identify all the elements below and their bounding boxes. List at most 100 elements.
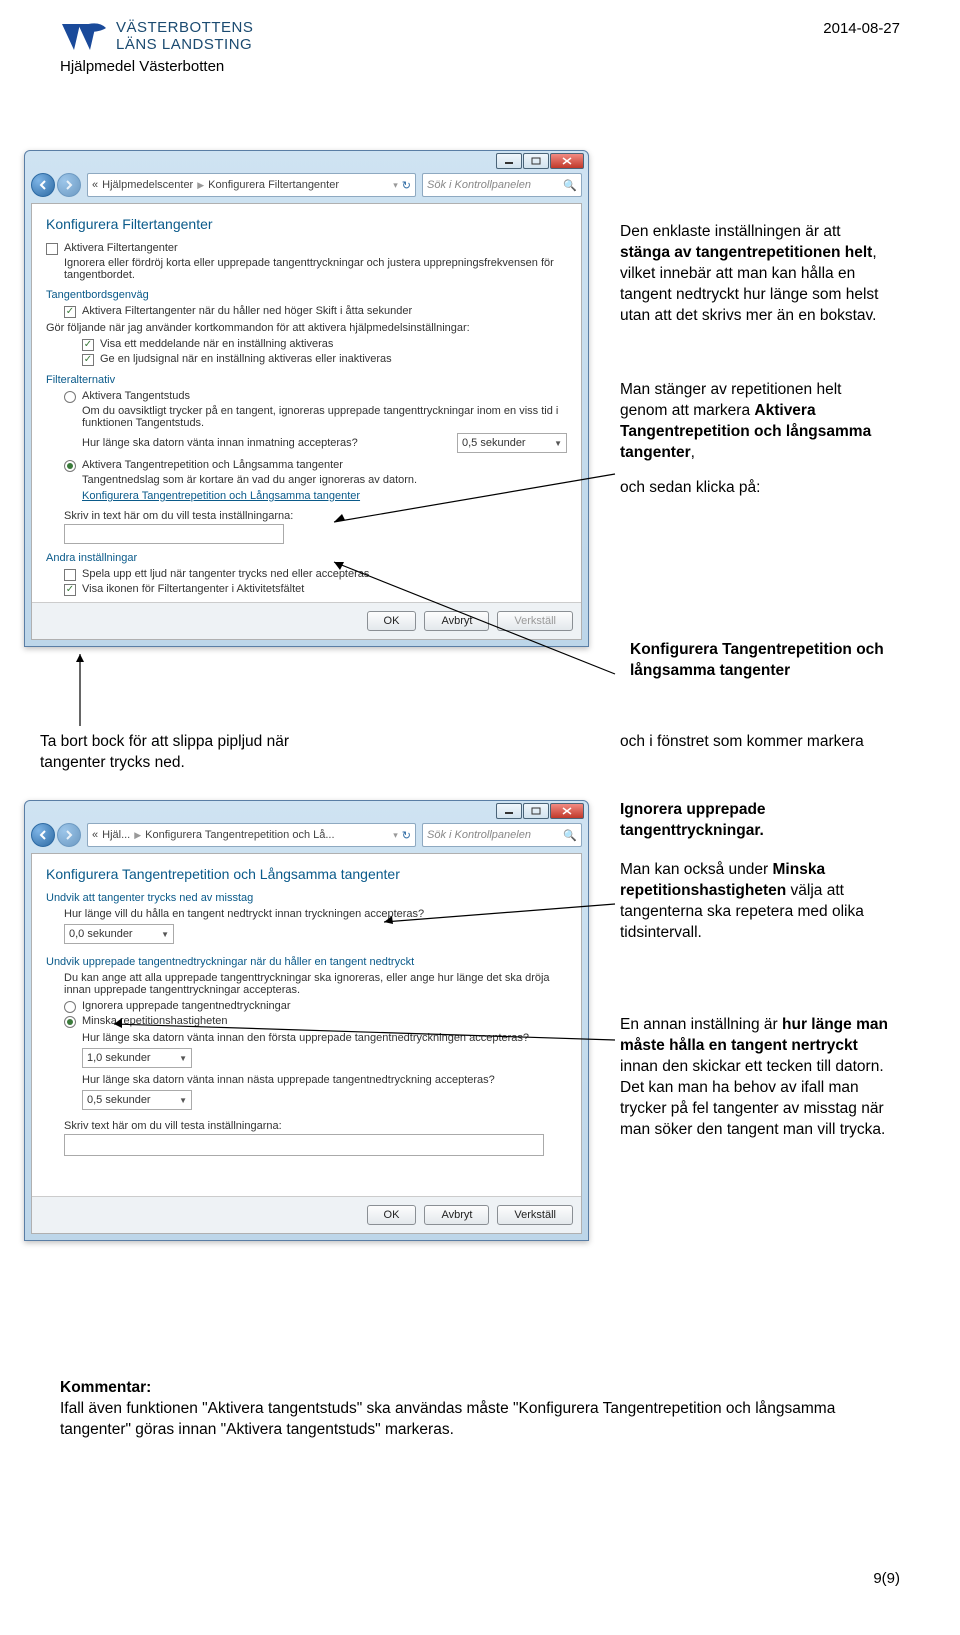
- brand-line-1: VÄSTERBOTTENS: [116, 20, 253, 37]
- crumb-2[interactable]: Konfigurera Filtertangenter: [208, 179, 339, 191]
- close-button[interactable]: [550, 153, 584, 169]
- play-sound-label: Spela upp ett ljud när tangenter trycks …: [82, 568, 369, 580]
- show-tray-icon-checkbox[interactable]: [64, 584, 76, 596]
- chevron-left-icon: «: [92, 829, 98, 841]
- minimize-button[interactable]: [496, 803, 522, 819]
- brand-line-2: LÄNS LANDSTING: [116, 37, 253, 54]
- brand-logo: VÄSTERBOTTENS LÄNS LANDSTING: [60, 20, 253, 56]
- close-button[interactable]: [550, 803, 584, 819]
- next-repeat-value: 0,5 sekunder: [87, 1094, 151, 1106]
- search-icon: 🔍: [563, 829, 577, 842]
- show-tray-icon-label: Visa ikonen för Filtertangenter i Aktivi…: [82, 583, 304, 595]
- configure-repeat-link[interactable]: Konfigurera Tangentrepetition och Långsa…: [82, 490, 360, 502]
- shortcut-label: Aktivera Filtertangenter när du håller n…: [82, 305, 412, 317]
- p1b: stänga av tangentrepetitionen helt: [620, 244, 872, 261]
- ok-button[interactable]: OK: [367, 1205, 417, 1225]
- arrow-from-callout: [76, 650, 276, 730]
- refresh-icon[interactable]: ↻: [402, 179, 411, 192]
- forward-button[interactable]: [57, 173, 81, 197]
- minimize-button[interactable]: [496, 153, 522, 169]
- rhs-p4: och i fönstret som kommer markera: [620, 732, 890, 753]
- comment-label: Kommentar:: [60, 1378, 900, 1399]
- play-sound-checkbox[interactable]: [64, 569, 76, 581]
- shortcut-desc: Gör följande när jag använder kortkomman…: [46, 322, 567, 334]
- wait-value: 0,5 sekunder: [462, 437, 526, 449]
- maximize-button[interactable]: [523, 803, 549, 819]
- activate-repeat-radio[interactable]: [64, 460, 76, 472]
- reduce-rate-radio[interactable]: [64, 1016, 76, 1028]
- callout-remove-beep: Ta bort bock för att slippa pipljud när …: [40, 732, 300, 774]
- refresh-icon[interactable]: ↻: [402, 829, 411, 842]
- dialog-title: Konfigurera Filtertangenter: [46, 216, 567, 232]
- ignore-repeats-radio[interactable]: [64, 1001, 76, 1013]
- arrow-to-ignore-repeats: [110, 980, 620, 1050]
- page-date: 2014-08-27: [823, 20, 900, 37]
- next-repeat-select[interactable]: 0,5 sekunder ▼: [82, 1090, 192, 1110]
- p5: Ignorera upprepade tangenttryckningar.: [620, 801, 766, 839]
- crumb-2[interactable]: Konfigurera Tangentrepetition och Lå...: [145, 829, 334, 841]
- rhs-p7: En annan inställning är hur länge man må…: [620, 1015, 890, 1141]
- hold-select[interactable]: 0,0 sekunder ▼: [64, 924, 174, 944]
- chevron-down-icon: ▾: [393, 180, 398, 191]
- chevron-down-icon: ▾: [393, 830, 398, 841]
- back-button[interactable]: [31, 173, 55, 197]
- back-button[interactable]: [31, 823, 55, 847]
- first-repeat-select[interactable]: 1,0 sekunder ▼: [82, 1048, 192, 1068]
- wait-select[interactable]: 0,5 sekunder ▼: [457, 433, 567, 453]
- crumb-1[interactable]: Hjäl...: [102, 829, 130, 841]
- breadcrumb[interactable]: « Hjäl... ▶ Konfigurera Tangentrepetitio…: [87, 823, 416, 847]
- search-input[interactable]: Sök i Kontrollpanelen 🔍: [422, 823, 582, 847]
- p2d: och sedan klicka på:: [620, 479, 760, 496]
- search-placeholder: Sök i Kontrollpanelen: [427, 829, 559, 841]
- sound-signal-label: Ge en ljudsignal när en inställning akti…: [100, 353, 392, 365]
- sound-signal-checkbox[interactable]: [82, 354, 94, 366]
- chevron-right-icon: ▶: [134, 830, 141, 841]
- section-shortcut: Tangentbordsgenväg: [46, 289, 567, 301]
- activate-filterkeys-label: Aktivera Filtertangenter: [64, 242, 178, 254]
- test-input[interactable]: [64, 1134, 544, 1156]
- rhs-p6: Man kan också under Minska repetitionsha…: [620, 860, 890, 944]
- dialog-title: Konfigurera Tangentrepetition och Långsa…: [46, 866, 567, 882]
- activate-bounce-radio[interactable]: [64, 391, 76, 403]
- section-filter-options: Filteralternativ: [46, 374, 567, 386]
- forward-button[interactable]: [57, 823, 81, 847]
- show-message-label: Visa ett meddelande när en inställning a…: [100, 338, 333, 350]
- rhs-p5: Ignorera upprepade tangenttryckningar.: [620, 800, 890, 842]
- wait-question: Hur länge ska datorn vänta innan inmatni…: [82, 437, 447, 449]
- apply-button[interactable]: Verkställ: [497, 1205, 573, 1225]
- p3: Konfigurera Tangentrepetition och långsa…: [630, 641, 884, 679]
- arrow-to-repeat-radio: [330, 470, 620, 530]
- p2c: ,: [691, 444, 695, 461]
- page-subhead: Hjälpmedel Västerbotten: [60, 58, 253, 75]
- activate-bounce-desc: Om du oavsiktligt trycker på en tangent,…: [82, 405, 567, 429]
- activate-bounce-label: Aktivera Tangentstuds: [82, 390, 190, 402]
- p7a: En annan inställning är: [620, 1016, 782, 1033]
- section-avoid-repeat: Undvik upprepade tangentnedtryckningar n…: [46, 956, 567, 968]
- footer-comment: Kommentar: Ifall även funktionen "Aktive…: [60, 1378, 900, 1441]
- activate-filterkeys-checkbox[interactable]: [46, 243, 58, 255]
- p1a: Den enklaste inställningen är att: [620, 223, 841, 240]
- rhs-p1: Den enklaste inställningen är att stänga…: [620, 222, 890, 327]
- test-label: Skriv text här om du vill testa inställn…: [64, 1120, 567, 1132]
- page-header: VÄSTERBOTTENS LÄNS LANDSTING Hjälpmedel …: [60, 20, 900, 75]
- p7c: innan den skickar ett tecken till datorn…: [620, 1058, 885, 1138]
- next-repeat-question: Hur länge ska datorn vänta innan nästa u…: [82, 1074, 567, 1086]
- show-message-checkbox[interactable]: [82, 339, 94, 351]
- cancel-button[interactable]: Avbryt: [424, 1205, 489, 1225]
- crumb-1[interactable]: Hjälpmedelscenter: [102, 179, 193, 191]
- search-input[interactable]: Sök i Kontrollpanelen 🔍: [422, 173, 582, 197]
- p6a: Man kan också under: [620, 861, 773, 878]
- search-icon: 🔍: [563, 179, 577, 192]
- page-number: 9(9): [873, 1570, 900, 1587]
- maximize-button[interactable]: [523, 153, 549, 169]
- p4: och i fönstret som kommer markera: [620, 733, 864, 750]
- search-placeholder: Sök i Kontrollpanelen: [427, 179, 559, 191]
- rhs-p2: Man stänger av repetitionen helt genom a…: [620, 380, 890, 499]
- breadcrumb[interactable]: « Hjälpmedelscenter ▶ Konfigurera Filter…: [87, 173, 416, 197]
- test-input[interactable]: [64, 524, 284, 544]
- comment-text: Ifall även funktionen "Aktivera tangents…: [60, 1399, 900, 1441]
- rhs-p3: Konfigurera Tangentrepetition och långsa…: [630, 640, 900, 682]
- activate-repeat-label: Aktivera Tangentrepetition och Långsamma…: [82, 459, 343, 471]
- arrow-to-hold-question: [380, 900, 620, 940]
- shortcut-checkbox[interactable]: [64, 306, 76, 318]
